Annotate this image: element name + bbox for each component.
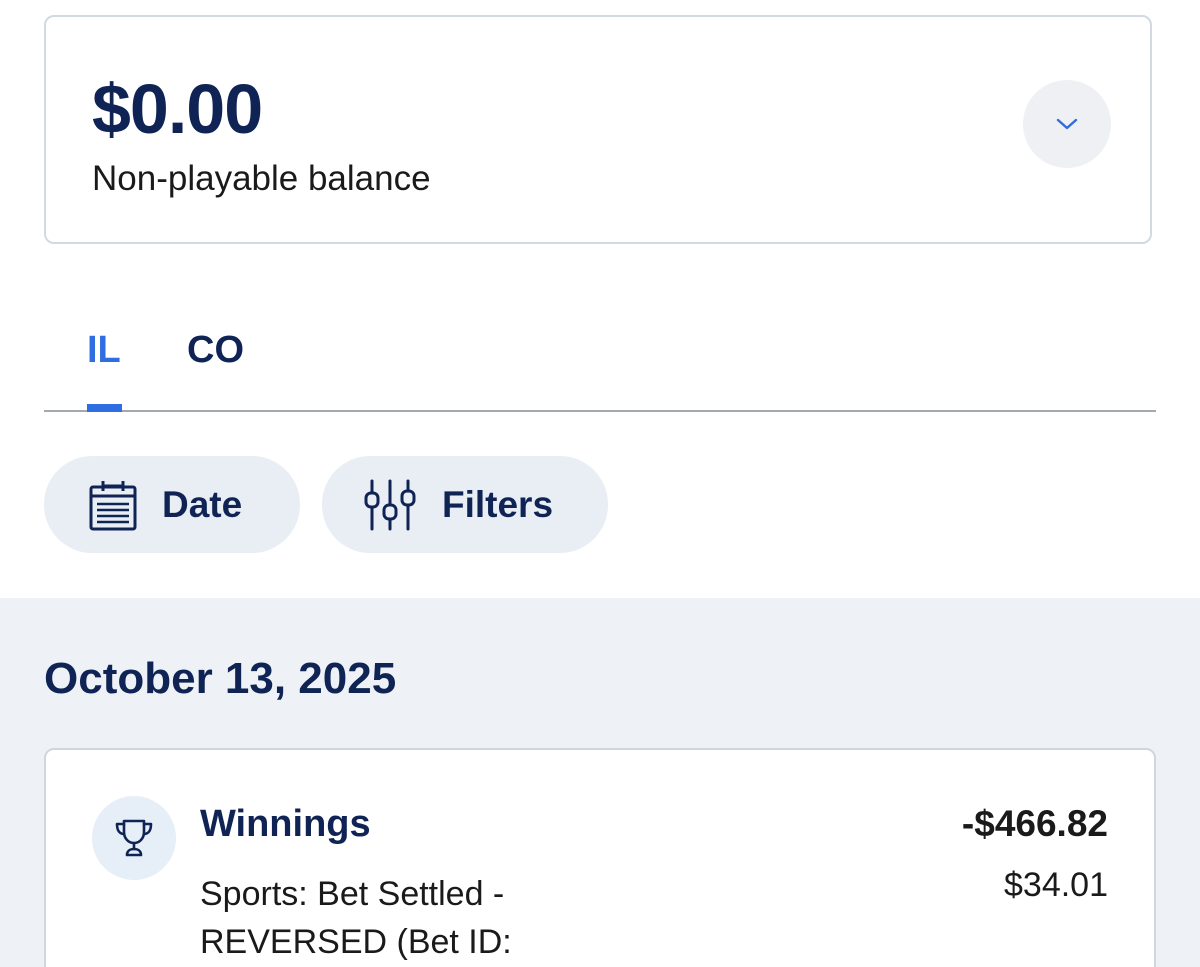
filters-button[interactable]: Filters [322,456,608,553]
transaction-balance: $34.01 [1004,866,1108,904]
transaction-card[interactable]: Winnings Sports: Bet Settled - REVERSED … [44,748,1156,967]
calendar-icon [89,480,137,530]
transaction-amount: -$466.82 [961,803,1108,844]
transaction-date-heading: October 13, 2025 [44,654,397,703]
transaction-description: Sports: Bet Settled - REVERSED (Bet ID: [200,875,512,961]
balance-amount: $0.00 [92,70,263,148]
date-filter-label: Date [162,483,243,525]
transaction-title: Winnings [200,803,371,845]
expand-balance-button[interactable] [1023,80,1111,168]
date-filter-button[interactable]: Date [44,456,300,553]
tab-il[interactable]: IL [87,328,121,372]
trophy-icon [115,819,153,857]
transaction-list: October 13, 2025 Winnings Sports: Bet Se… [0,598,1200,967]
chevron-down-icon [1056,118,1078,130]
tab-co[interactable]: CO [187,328,244,372]
balance-card: $0.00 Non-playable balance [44,15,1152,244]
balance-label: Non-playable balance [92,159,431,198]
tabs-divider [44,410,1156,412]
state-tabs: IL CO [44,318,1156,414]
transaction-icon-badge [92,796,176,880]
filters-icon [364,479,416,530]
filters-label: Filters [442,483,554,525]
active-tab-indicator [87,404,122,412]
wallet-page: $0.00 Non-playable balance IL CO Date Fi… [0,0,1200,967]
